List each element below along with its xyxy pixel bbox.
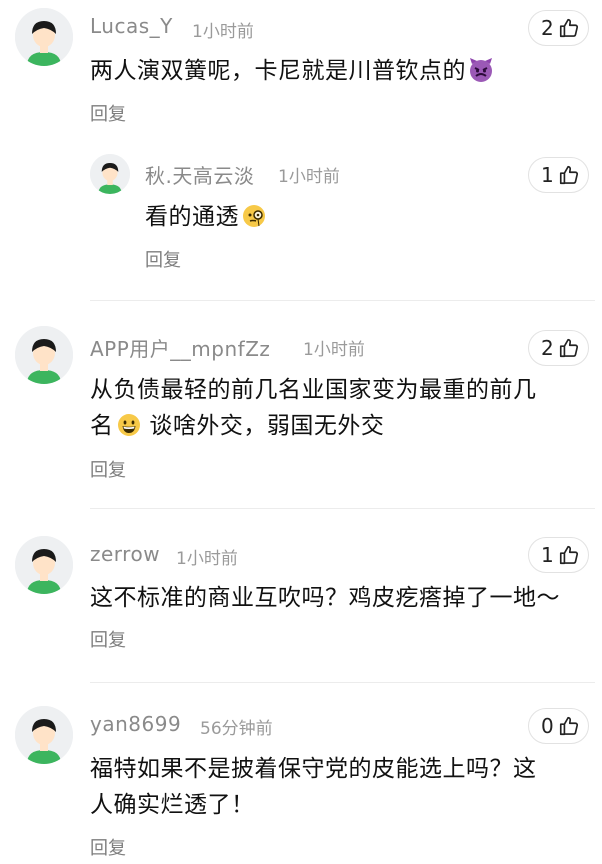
- reply-button[interactable]: 回复: [90, 100, 126, 126]
- avatar[interactable]: [15, 536, 73, 594]
- username[interactable]: Lucas_Y: [90, 14, 173, 38]
- like-count: 1: [541, 543, 554, 567]
- username[interactable]: APP用户__mpnfZz: [90, 333, 270, 362]
- user-avatar-icon: [15, 536, 73, 594]
- like-button[interactable]: 1: [528, 157, 589, 193]
- comment-list: Lucas_Y 1小时前 2 两人演双簧呢，卡尼就是川普钦点的 回复 秋.天高云…: [0, 0, 602, 864]
- reply-button[interactable]: 回复: [90, 456, 126, 482]
- like-count: 1: [541, 163, 554, 187]
- divider: [90, 508, 595, 509]
- comment-text-line: 福特如果不是披着保守党的皮能选上吗？这: [90, 756, 537, 782]
- avatar[interactable]: [90, 154, 130, 194]
- comment-text: 福特如果不是披着保守党的皮能选上吗？这 人确实烂透了！: [90, 751, 537, 823]
- like-count: 2: [541, 16, 554, 40]
- grin-emoji-icon: [116, 412, 142, 438]
- user-avatar-icon: [90, 154, 130, 194]
- avatar[interactable]: [15, 326, 73, 384]
- comment-text: 两人演双簧呢，卡尼就是川普钦点的: [90, 53, 494, 89]
- timestamp: 1小时前: [278, 167, 340, 187]
- like-count: 2: [541, 336, 554, 360]
- comment-text-line: 谈啥外交，弱国无外交: [149, 413, 385, 439]
- thumbs-up-icon: [559, 338, 578, 358]
- comment-text: 从负债最轻的前几名业国家变为最重的前几 名 谈啥外交，弱国无外交: [90, 372, 537, 444]
- comment-text-line: 名: [90, 413, 114, 439]
- username[interactable]: 秋.天高云淡: [145, 160, 254, 189]
- thumbs-up-icon: [559, 165, 578, 185]
- user-avatar-icon: [15, 326, 73, 384]
- monocle-emoji-icon: [241, 203, 267, 229]
- like-button[interactable]: 2: [528, 330, 589, 366]
- thumbs-up-icon: [559, 18, 578, 38]
- like-button[interactable]: 0: [528, 708, 589, 744]
- reply-button[interactable]: 回复: [90, 834, 126, 860]
- thumbs-up-icon: [559, 716, 578, 736]
- comment-text: 看的通透: [145, 199, 267, 235]
- like-button[interactable]: 2: [528, 10, 589, 46]
- comment-text: 这不标准的商业互吹吗？鸡皮疙瘩掉了一地～: [90, 580, 560, 616]
- comment-text-line: 人确实烂透了！: [90, 792, 255, 818]
- comment-text-line: 从负债最轻的前几名业国家变为最重的前几: [90, 377, 537, 403]
- timestamp: 56分钟前: [200, 719, 273, 739]
- reply-button[interactable]: 回复: [90, 626, 126, 652]
- avatar[interactable]: [15, 8, 73, 66]
- username[interactable]: zerrow: [90, 542, 160, 566]
- timestamp: 1小时前: [176, 549, 238, 569]
- like-count: 0: [541, 714, 554, 738]
- username[interactable]: yan8699: [90, 712, 181, 736]
- comment-text-line: 两人演双簧呢，卡尼就是川普钦点的: [90, 58, 466, 84]
- timestamp: 1小时前: [192, 22, 254, 42]
- thumbs-up-icon: [559, 545, 578, 565]
- like-button[interactable]: 1: [528, 537, 589, 573]
- avatar[interactable]: [15, 706, 73, 764]
- comment-text-line: 这不标准的商业互吹吗？鸡皮疙瘩掉了一地～: [90, 585, 560, 611]
- timestamp: 1小时前: [303, 340, 365, 360]
- divider: [90, 682, 595, 683]
- comment-text-line: 看的通透: [145, 204, 239, 230]
- devil-emoji-icon: [468, 57, 494, 83]
- user-avatar-icon: [15, 8, 73, 66]
- reply-button[interactable]: 回复: [145, 246, 181, 272]
- divider: [90, 300, 595, 301]
- user-avatar-icon: [15, 706, 73, 764]
